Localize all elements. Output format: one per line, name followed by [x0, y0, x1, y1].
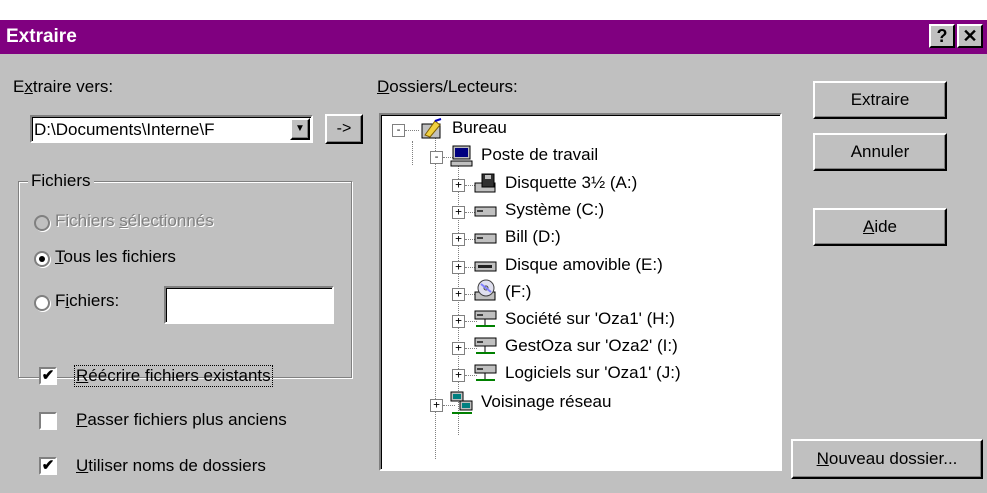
dropdown-arrow-icon[interactable]: ▼	[290, 118, 310, 140]
window-title: Extraire	[6, 26, 77, 47]
expand-icon[interactable]: +	[452, 369, 465, 382]
close-button[interactable]: ✕	[957, 24, 983, 48]
tree-item-bill-d[interactable]: Bill (D:)	[505, 227, 561, 253]
expand-icon[interactable]: +	[452, 233, 465, 246]
help-button[interactable]: Aide	[813, 208, 947, 246]
files-filter-input[interactable]	[164, 286, 334, 324]
removable-drive-icon	[474, 261, 497, 272]
tree-item-floppy-a[interactable]: Disquette 3½ (A:)	[505, 173, 637, 199]
extract-to-combobox[interactable]: D:\Documents\Interne\F ▼	[30, 115, 313, 143]
hard-drive-icon	[474, 233, 497, 244]
cancel-button[interactable]: Annuler	[813, 133, 947, 171]
tree-item-logiciels-j[interactable]: Logiciels sur 'Oza1' (J:)	[505, 363, 681, 389]
checkbox-skip-older-label: Passer fichiers plus anciens	[76, 410, 287, 429]
extract-to-label: Extraire vers:	[13, 77, 114, 96]
tree-item-system-c[interactable]: Système (C:)	[505, 200, 604, 226]
checkbox-skip-older[interactable]	[39, 412, 57, 430]
files-groupbox-title: Fichiers	[28, 171, 94, 191]
checkbox-overwrite-label: Réécrire fichiers existants	[74, 365, 273, 387]
tree-item-societe-h[interactable]: Société sur 'Oza1' (H:)	[505, 309, 675, 335]
expand-icon[interactable]: +	[452, 315, 465, 328]
extract-button[interactable]: Extraire	[813, 81, 947, 119]
tree-item-poste-de-travail[interactable]: Poste de travail	[481, 145, 598, 171]
expand-icon[interactable]: +	[452, 261, 465, 274]
radio-selected-files-label: Fichiers sélectionnés	[55, 211, 214, 230]
checkbox-use-folder-names[interactable]: ✔	[39, 457, 57, 475]
radio-all-files-label: Tous les fichiers	[55, 247, 176, 266]
tree-connector	[405, 130, 419, 131]
network-neighborhood-icon	[450, 391, 473, 414]
radio-selected-files[interactable]	[34, 215, 50, 231]
network-drive-icon	[474, 337, 497, 354]
hard-drive-icon	[474, 206, 497, 217]
network-drive-icon	[474, 310, 497, 327]
tree-item-removable-e[interactable]: Disque amovible (E:)	[505, 255, 663, 281]
cd-drive-icon	[474, 279, 496, 301]
network-drive-icon	[474, 364, 497, 381]
collapse-icon[interactable]: -	[392, 124, 405, 137]
tree-item-network-neighborhood[interactable]: Voisinage réseau	[481, 392, 611, 418]
tree-item-gestoza-i[interactable]: GestOza sur 'Oza2' (I:)	[505, 336, 678, 362]
new-folder-button[interactable]: Nouveau dossier...	[791, 439, 983, 479]
help-title-button[interactable]: ?	[929, 24, 955, 48]
radio-all-files[interactable]	[34, 251, 50, 267]
checkbox-use-folder-names-label: Utiliser noms de dossiers	[76, 456, 266, 475]
tree-item-bureau[interactable]: Bureau	[452, 118, 507, 144]
expand-icon[interactable]: +	[452, 206, 465, 219]
tree-item-cd-f[interactable]: (F:)	[505, 282, 531, 308]
extract-to-value[interactable]: D:\Documents\Interne\F	[34, 120, 286, 140]
folders-tree[interactable]: - Bureau - Poste de travail + Disquette …	[379, 113, 782, 471]
expand-icon[interactable]: +	[430, 399, 443, 412]
expand-icon[interactable]: +	[452, 288, 465, 301]
radio-selected-dot	[39, 256, 45, 262]
title-bar: Extraire ? ✕	[0, 20, 987, 54]
floppy-drive-icon	[474, 173, 496, 193]
browse-button[interactable]: ->	[325, 114, 363, 144]
expand-icon[interactable]: +	[452, 179, 465, 192]
desktop-icon	[421, 118, 442, 139]
computer-icon	[450, 145, 473, 167]
folders-label: Dossiers/Lecteurs:	[377, 77, 518, 96]
checkbox-overwrite[interactable]: ✔	[39, 367, 57, 385]
expand-icon[interactable]: +	[452, 342, 465, 355]
extract-dialog: Extraire vers: D:\Documents\Interne\F ▼ …	[0, 54, 987, 493]
radio-files-filter-label: Fichiers:	[55, 291, 120, 310]
tree-connector	[412, 141, 413, 165]
radio-files-filter[interactable]	[34, 295, 50, 311]
collapse-icon[interactable]: -	[430, 151, 443, 164]
